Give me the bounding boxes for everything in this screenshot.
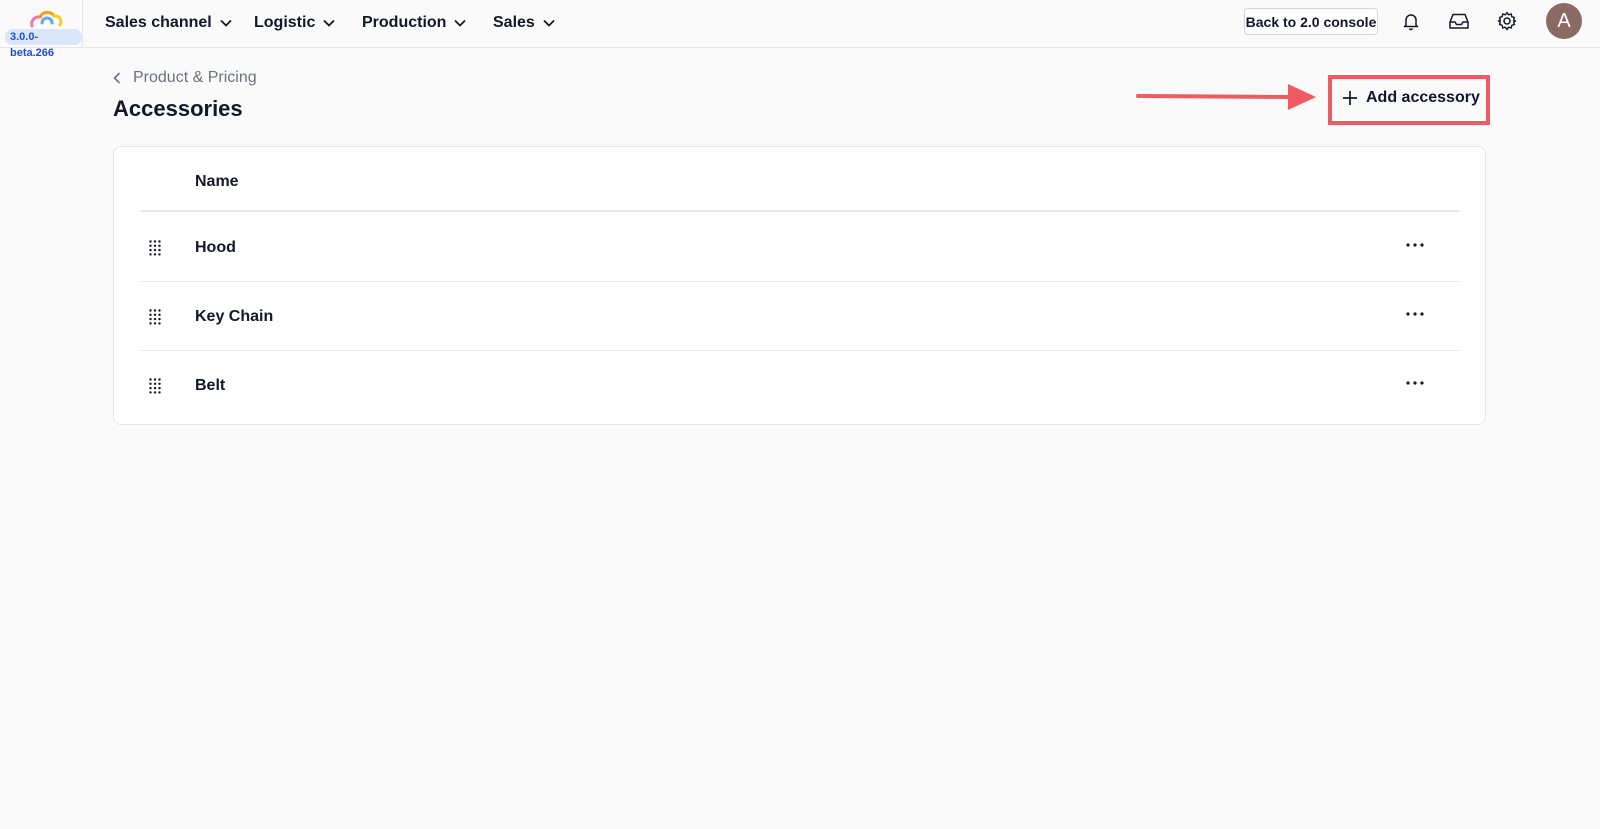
- annotation-arrow-icon: [1136, 84, 1316, 110]
- more-options-icon[interactable]: [1403, 236, 1427, 254]
- nav-label: Logistic: [254, 14, 316, 31]
- plus-icon: [1342, 90, 1358, 106]
- top-navigation-bar: 3.0.0-beta.266 Sales channel Logistic Pr…: [0, 0, 1600, 59]
- add-accessory-button[interactable]: Add accessory: [1342, 86, 1480, 110]
- table-row[interactable]: Hood: [141, 214, 1459, 282]
- avatar[interactable]: A: [1546, 3, 1582, 39]
- accessories-table: Name Hood Key Chain Belt: [113, 146, 1486, 425]
- more-options-icon[interactable]: [1403, 305, 1427, 323]
- row-name: Key Chain: [195, 308, 274, 325]
- breadcrumb-label: Product & Pricing: [133, 69, 257, 86]
- more-options-icon[interactable]: [1403, 374, 1427, 392]
- chevron-down-icon: [220, 19, 232, 27]
- table-header: Name: [141, 147, 1459, 212]
- chevron-down-icon: [454, 19, 467, 27]
- back-to-console-button[interactable]: Back to 2.0 console: [1244, 8, 1378, 35]
- chevron-down-icon: [323, 19, 335, 27]
- bell-icon[interactable]: [1400, 10, 1422, 32]
- page-title: Accessories: [113, 96, 243, 121]
- nav-label: Sales: [493, 14, 535, 31]
- nav-sales-channel[interactable]: Sales channel: [105, 10, 232, 36]
- row-name: Belt: [195, 377, 226, 394]
- nav-logistic[interactable]: Logistic: [254, 10, 335, 36]
- chevron-left-icon: [113, 72, 121, 84]
- add-accessory-label: Add accessory: [1366, 89, 1480, 106]
- inbox-icon[interactable]: [1448, 10, 1470, 32]
- cloud-logo-icon: [30, 10, 63, 28]
- app-logo[interactable]: 3.0.0-beta.266: [0, 0, 83, 59]
- gear-icon[interactable]: [1496, 10, 1518, 32]
- drag-handle-icon[interactable]: [149, 378, 161, 399]
- table-row[interactable]: Key Chain: [141, 283, 1459, 351]
- column-header-name[interactable]: Name: [195, 173, 239, 191]
- table-row[interactable]: Belt: [141, 352, 1459, 420]
- drag-handle-icon[interactable]: [149, 309, 161, 330]
- row-name: Hood: [195, 239, 236, 256]
- drag-handle-icon[interactable]: [149, 240, 161, 261]
- version-badge: 3.0.0-beta.266: [5, 29, 82, 59]
- nav-production[interactable]: Production: [362, 10, 467, 36]
- breadcrumb[interactable]: Product & Pricing: [113, 67, 257, 89]
- nav-label: Sales channel: [105, 14, 212, 31]
- chevron-down-icon: [543, 19, 555, 27]
- nav-sales[interactable]: Sales: [493, 10, 555, 36]
- nav-label: Production: [362, 14, 447, 31]
